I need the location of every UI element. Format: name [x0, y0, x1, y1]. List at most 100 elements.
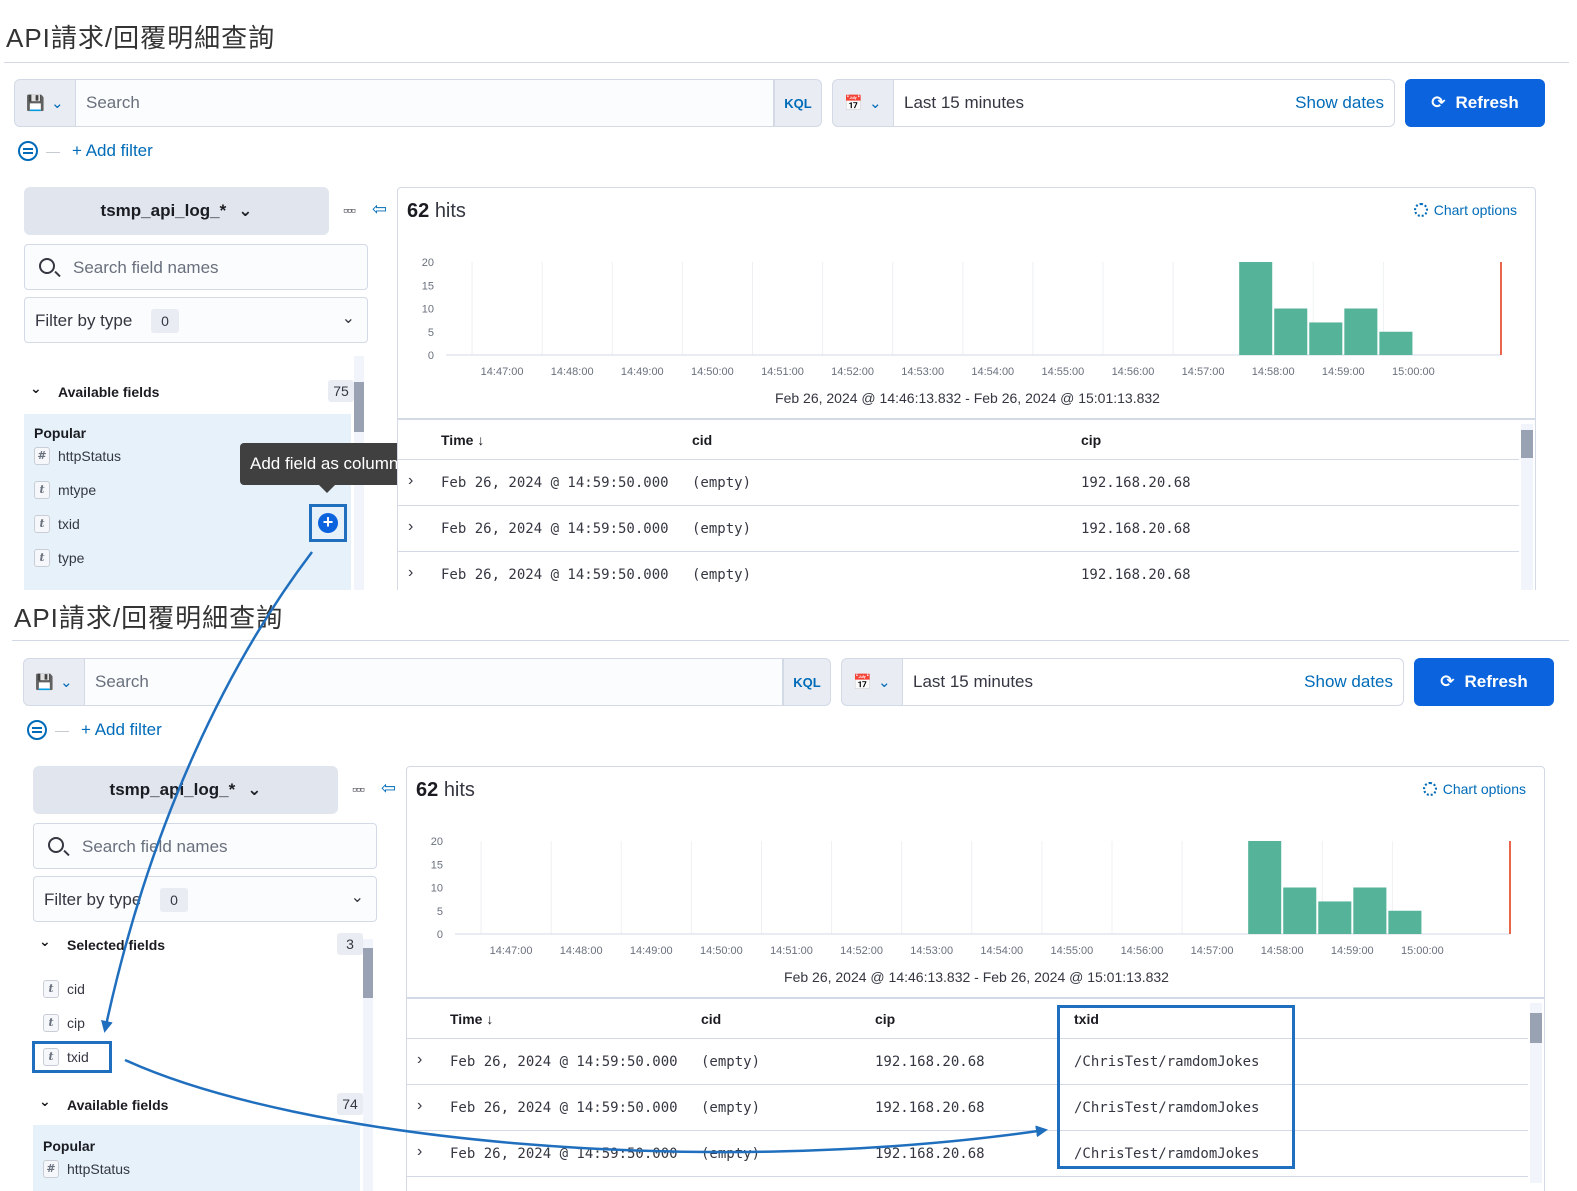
histogram-bar [1248, 841, 1282, 934]
column-header-time[interactable]: Time ↓ [450, 1011, 493, 1027]
refresh-button[interactable]: ⟳ Refresh [1414, 658, 1554, 706]
kql-toggle[interactable]: KQL [774, 79, 822, 127]
show-dates-link[interactable]: Show dates [1304, 672, 1393, 692]
date-range-picker[interactable]: Last 15 minutes Show dates [903, 658, 1404, 706]
field-name: cid [67, 981, 85, 997]
selected-field-cip[interactable]: t cip [43, 1011, 85, 1035]
field-type[interactable]: t type [34, 546, 84, 570]
query-bar: 💾 ⌄ Search KQL 📅 ⌄ Last 15 minutes Show … [23, 658, 1554, 706]
field-mtype[interactable]: t mtype [34, 478, 96, 502]
string-type-icon: t [43, 980, 59, 998]
table-row[interactable]: › Feb 26, 2024 @ 14:59:50.000 (empty) 19… [407, 1039, 1528, 1085]
hits-counter: 62 hits [407, 200, 466, 223]
field-search-input[interactable]: Search field names [33, 823, 377, 869]
column-header-cid[interactable]: cid [701, 1011, 721, 1027]
refresh-icon: ⟳ [1431, 93, 1446, 112]
date-range-picker[interactable]: Last 15 minutes Show dates [894, 79, 1395, 127]
search-input[interactable]: Search [76, 79, 774, 127]
cell-cip: 192.168.20.68 [1081, 567, 1191, 583]
column-header-time[interactable]: Time ↓ [441, 432, 484, 448]
filter-by-type-dropdown[interactable]: Filter by type 0 ⌄ [33, 876, 377, 922]
page-title: API請求/回覆明細查詢 [6, 23, 276, 53]
chevron-down-icon: ⌄ [51, 95, 64, 112]
collapse-sidebar-icon[interactable]: ⇦ [372, 199, 387, 220]
table-scrollbar-thumb[interactable] [1530, 1013, 1542, 1043]
add-filter-link[interactable]: + Add filter [72, 141, 153, 161]
chart-options-button[interactable]: Chart options [1422, 781, 1526, 797]
selected-field-cid[interactable]: t cid [43, 977, 85, 1001]
filter-menu-icon[interactable] [18, 141, 38, 161]
field-httpstatus[interactable]: # httpStatus [43, 1157, 130, 1181]
collapse-sidebar-icon[interactable]: ⇦ [381, 778, 396, 799]
histogram-bar [1283, 887, 1317, 934]
field-search-input[interactable]: Search field names [24, 244, 368, 290]
table-row[interactable]: › Feb 26, 2024 @ 14:59:50.000 (empty) 19… [398, 460, 1519, 506]
sidebar-scrollbar-thumb[interactable] [363, 948, 373, 998]
search-input[interactable]: Search [85, 658, 783, 706]
column-header-cip[interactable]: cip [1081, 432, 1101, 448]
available-fields-header[interactable]: ⌄ Available fields 75 [24, 378, 354, 406]
add-filter-link[interactable]: + Add filter [81, 720, 162, 740]
table-row[interactable]: › Feb 26, 2024 @ 14:59:50.000 (empty) 19… [398, 552, 1519, 590]
options-dots-icon[interactable]: ▫▫▫ [352, 781, 365, 797]
saved-query-button[interactable]: 💾 ⌄ [23, 658, 85, 706]
field-name: httpStatus [58, 448, 122, 464]
saved-query-button[interactable]: 💾 ⌄ [14, 79, 76, 127]
cell-time: Feb 26, 2024 @ 14:59:50.000 [450, 1146, 678, 1162]
show-dates-link[interactable]: Show dates [1295, 93, 1384, 113]
available-fields-header[interactable]: ⌄ Available fields 74 [33, 1091, 363, 1119]
string-type-icon: t [34, 549, 50, 567]
popular-label: Popular [43, 1138, 96, 1154]
expand-row-icon[interactable]: › [408, 472, 413, 490]
field-txid[interactable]: t txid [34, 512, 80, 536]
filter-by-type-dropdown[interactable]: Filter by type 0 ⌄ [24, 297, 368, 343]
txid-column-highlight [1057, 1005, 1295, 1169]
string-type-icon: t [34, 515, 50, 533]
sidebar-scrollbar-thumb[interactable] [354, 382, 364, 432]
expand-row-icon[interactable]: › [408, 518, 413, 536]
kql-toggle[interactable]: KQL [783, 658, 831, 706]
table-row[interactable]: › Feb 26, 2024 @ 14:59:50.000 (empty) 19… [407, 1085, 1528, 1131]
index-pattern-selector[interactable]: tsmp_api_log_* ⌄ [24, 187, 329, 235]
expand-row-icon[interactable]: › [417, 1097, 422, 1115]
quick-date-button[interactable]: 📅 ⌄ [832, 79, 894, 127]
search-icon [48, 837, 64, 853]
field-httpstatus[interactable]: # httpStatus [34, 444, 121, 468]
table-row[interactable]: › Feb 26, 2024 @ 14:59:50.000 (empty) 19… [407, 1131, 1528, 1177]
index-pattern-selector[interactable]: tsmp_api_log_* ⌄ [33, 766, 338, 814]
x-tick-label: 14:52:00 [831, 366, 874, 378]
histogram-bar [1379, 331, 1413, 355]
refresh-button[interactable]: ⟳ Refresh [1405, 79, 1545, 127]
expand-row-icon[interactable]: › [417, 1051, 422, 1069]
histogram-chart[interactable]: 0 5 10 15 20 14:47:00 14:48:00 14:49:00 14:50:00… [398, 248, 1537, 388]
quick-date-button[interactable]: 📅 ⌄ [841, 658, 903, 706]
string-type-icon: t [43, 1014, 59, 1032]
table-row[interactable]: › Feb 26, 2024 @ 14:59:50.000 (empty) 19… [398, 506, 1519, 552]
selected-txid-highlight [32, 1041, 112, 1073]
cell-cip: 192.168.20.68 [1081, 521, 1191, 537]
field-name: httpStatus [67, 1161, 131, 1177]
add-field-as-column-button[interactable]: + [318, 513, 338, 533]
x-tick-label: 14:56:00 [1121, 945, 1164, 957]
refresh-icon: ⟳ [1440, 672, 1455, 691]
title-divider [4, 62, 1569, 63]
histogram-bar [1353, 887, 1387, 934]
field-search-placeholder: Search field names [82, 837, 228, 856]
options-dots-icon[interactable]: ▫▫▫ [343, 202, 356, 218]
add-field-tooltip: Add field as column [240, 443, 409, 493]
index-pattern-label: tsmp_api_log_* [100, 201, 227, 220]
popular-label: Popular [34, 425, 87, 441]
column-header-cid[interactable]: cid [692, 432, 712, 448]
chevron-down-icon: ⌄ [238, 201, 253, 220]
filter-separator: — [46, 143, 60, 159]
selected-fields-header[interactable]: ⌄ Selected fields 3 [33, 931, 363, 959]
table-scrollbar-thumb[interactable] [1521, 430, 1533, 458]
histogram-chart[interactable]: 0 5 10 15 20 14:47:00 14:48:00 14:49:00 14:50:00… [407, 827, 1546, 967]
x-tick-label: 14:53:00 [910, 945, 953, 957]
cell-cip: 192.168.20.68 [1081, 475, 1191, 491]
chart-options-button[interactable]: Chart options [1413, 202, 1517, 218]
filter-menu-icon[interactable] [27, 720, 47, 740]
expand-row-icon[interactable]: › [408, 564, 413, 582]
column-header-cip[interactable]: cip [875, 1011, 895, 1027]
expand-row-icon[interactable]: › [417, 1143, 422, 1161]
